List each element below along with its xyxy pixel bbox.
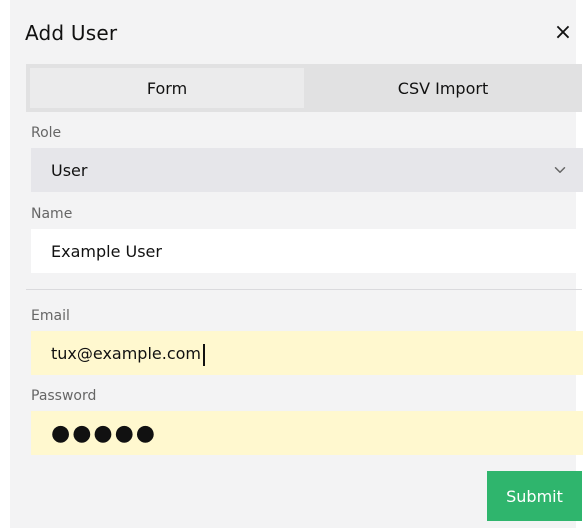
name-input[interactable]: Example User [31,229,583,273]
role-select[interactable]: User [31,148,583,192]
email-label: Email [31,308,70,324]
dialog-title: Add User [25,21,118,45]
password-mask: ●●●●● [51,421,157,446]
submit-button[interactable]: Submit [487,471,582,521]
password-input[interactable]: ●●●●● [31,411,583,455]
add-user-dialog: Add User × Form CSV Import Role User Nam… [10,0,583,528]
password-label: Password [31,388,97,404]
close-icon[interactable]: × [552,22,574,44]
tab-csv-import[interactable]: CSV Import [304,64,582,112]
tab-bar: Form CSV Import [26,64,582,112]
email-input-value: tux@example.com [51,343,202,363]
role-label: Role [31,125,62,141]
name-label: Name [31,206,73,222]
role-select-value: User [51,160,88,180]
text-caret [203,344,206,366]
name-input-value: Example User [51,241,162,261]
dialog-header: Add User × [10,0,576,64]
chevron-down-icon [554,167,566,173]
tab-form[interactable]: Form [30,68,304,108]
section-divider [26,289,582,290]
email-input[interactable]: tux@example.com [31,331,583,375]
